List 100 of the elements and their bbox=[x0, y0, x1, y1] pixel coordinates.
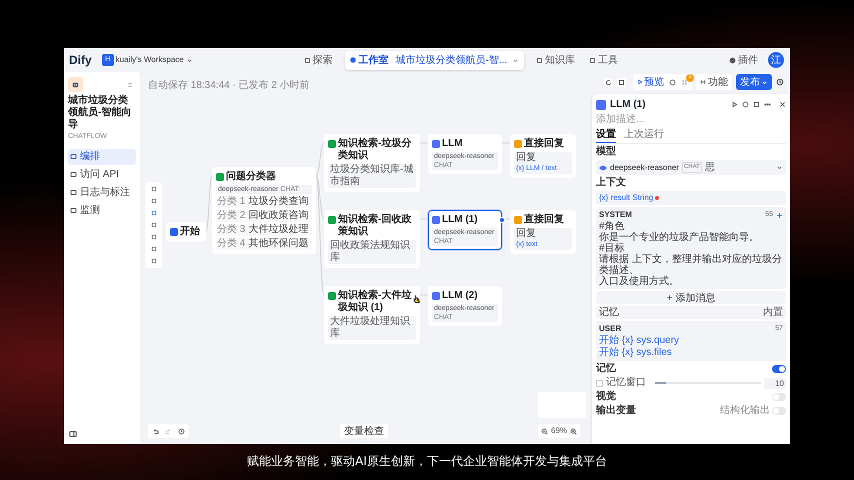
publish-button[interactable]: 发布 bbox=[736, 74, 772, 90]
class-item: 分类 1 垃圾分类查询 bbox=[216, 196, 312, 208]
workflow-node[interactable]: 知识检索-大件垃圾知识 (1) 大件垃圾处理知识库 bbox=[324, 286, 420, 344]
plus-icon[interactable] bbox=[776, 212, 783, 218]
field-label: 模型 bbox=[596, 146, 617, 158]
node-title: LLM bbox=[442, 138, 463, 150]
preview-button[interactable]: 预览 bbox=[637, 74, 664, 90]
plugins-link[interactable]: 插件 bbox=[738, 52, 758, 68]
workspace-name: kuaily's Workspace bbox=[116, 54, 184, 66]
memory-row: 记忆 内置 bbox=[596, 306, 786, 319]
sidebar-item[interactable]: 日志与标注 bbox=[68, 184, 136, 200]
node-icon bbox=[432, 292, 440, 300]
nav-label: 工作室 bbox=[358, 53, 389, 68]
menu-icon bbox=[70, 207, 77, 214]
panel-tab[interactable]: 设置 bbox=[596, 128, 616, 143]
play-icon bbox=[637, 79, 643, 85]
zoom-out-icon[interactable] bbox=[541, 428, 548, 434]
node-icon bbox=[170, 228, 178, 236]
menu-icon bbox=[70, 153, 77, 160]
autosave-status: 自动保存 18:34:44 · 已发布 2 小时前 bbox=[148, 78, 310, 93]
node-icon bbox=[432, 216, 440, 224]
field-label: 记忆 bbox=[596, 363, 616, 375]
chevron-down-icon bbox=[186, 56, 193, 64]
node-icon bbox=[432, 140, 440, 148]
memory-toggle[interactable] bbox=[772, 365, 786, 373]
history-icon[interactable] bbox=[776, 78, 784, 86]
features-button[interactable]: 功能 bbox=[696, 74, 732, 90]
nav-tab[interactable]: 工作室 城市垃圾分类领航员-智... bbox=[344, 50, 524, 70]
sidebar-item[interactable]: 编排 bbox=[68, 148, 136, 164]
pointer-hand-icon bbox=[412, 294, 421, 304]
connector-line bbox=[206, 176, 212, 232]
dify-logo[interactable]: Dify bbox=[69, 51, 92, 69]
panel-tab[interactable]: 上次运行 bbox=[624, 128, 664, 143]
node-title: 问题分类器 bbox=[226, 171, 276, 183]
checkbox[interactable] bbox=[596, 380, 603, 386]
nav-tab[interactable]: 知识库 bbox=[534, 52, 578, 68]
node-title: 直接回复 bbox=[524, 138, 564, 150]
context-variable-field[interactable]: {x} result String bbox=[596, 191, 786, 205]
nav-icon bbox=[304, 56, 311, 64]
nav-label: 知识库 bbox=[545, 54, 576, 68]
dataset-chip: 大件垃圾处理知识库 bbox=[328, 316, 416, 340]
node-icon bbox=[328, 140, 336, 148]
connector-line bbox=[420, 294, 428, 296]
field-label: 输出变量 bbox=[596, 405, 636, 417]
node-title: 直接回复 bbox=[524, 214, 564, 226]
zoom-in-icon[interactable] bbox=[570, 428, 578, 434]
class-item: 分类 2 回收政策咨询 bbox=[216, 210, 312, 222]
variables-icon[interactable] bbox=[681, 78, 688, 86]
node-handle[interactable] bbox=[499, 217, 505, 223]
workflow-node[interactable]: 开始 bbox=[166, 222, 206, 242]
app-name: 城市垃圾分类领航员-智能向导 bbox=[68, 95, 132, 131]
close-icon[interactable] bbox=[779, 101, 786, 108]
chevron-down-icon bbox=[512, 56, 520, 64]
panel-title: LLM (1) bbox=[610, 98, 646, 112]
menu-icon bbox=[70, 189, 77, 196]
node-title: 知识检索-回收政策知识 bbox=[338, 214, 412, 238]
node-icon bbox=[216, 173, 224, 181]
more-icon[interactable] bbox=[764, 101, 771, 108]
nav-label: 探索 bbox=[312, 54, 333, 68]
play-icon[interactable] bbox=[731, 101, 738, 108]
field-label: 视觉 bbox=[596, 391, 616, 403]
vision-toggle[interactable] bbox=[772, 393, 786, 401]
nav-tab[interactable]: 工具 bbox=[587, 52, 620, 68]
node-title: 开始 bbox=[180, 226, 200, 238]
chevron-down-icon bbox=[761, 78, 768, 86]
structured-output-toggle[interactable] bbox=[772, 407, 786, 415]
node-icon bbox=[328, 216, 336, 224]
sidebar-item[interactable]: 访问 API bbox=[68, 166, 136, 182]
zoom-level: 69% bbox=[551, 425, 568, 437]
field-label: 上下文 bbox=[596, 177, 627, 189]
window-size-field[interactable]: 10 bbox=[764, 378, 786, 388]
variable-check-button[interactable]: 变量检查 bbox=[340, 424, 388, 438]
node-icon bbox=[328, 292, 336, 300]
nav-label: 工具 bbox=[598, 54, 618, 68]
node-icon bbox=[514, 216, 522, 224]
video-subtitle: 赋能业务智能，驱动AI原生创新，下一代企业智能体开发与集成平台 bbox=[246, 453, 608, 470]
refresh-icon[interactable] bbox=[604, 78, 613, 86]
workflow-node[interactable]: 知识检索-回收政策知识 回收政策法规知识库 bbox=[324, 210, 420, 268]
field-label: 结构化输出 bbox=[720, 405, 770, 417]
connector-line bbox=[502, 142, 510, 144]
dataset-chip: 垃圾分类知识库-城市指南 bbox=[328, 164, 416, 188]
connector-line bbox=[420, 218, 428, 220]
add-message-button[interactable]: + 添加消息 bbox=[596, 291, 786, 304]
workflow-node[interactable]: 知识检索-垃圾分类知识 垃圾分类知识库-城市指南 bbox=[324, 134, 420, 192]
class-item: 分类 3 大件垃圾处理 bbox=[216, 224, 312, 236]
undo-icon[interactable] bbox=[152, 428, 159, 434]
app-breadcrumb: 城市垃圾分类领航员-智... bbox=[396, 54, 508, 68]
class-item: 分类 4 其他环保问题 bbox=[216, 238, 312, 250]
field-label: 记忆窗口 bbox=[606, 377, 646, 389]
node-icon bbox=[514, 140, 522, 148]
nav-tab[interactable]: 探索 bbox=[302, 52, 335, 68]
menu-icon bbox=[70, 171, 77, 178]
user-avatar[interactable]: 江 bbox=[768, 52, 784, 68]
collapse-icon[interactable] bbox=[127, 82, 133, 88]
node-title: 知识检索-大件垃圾知识 (1) bbox=[338, 290, 412, 314]
history-icon[interactable] bbox=[178, 428, 185, 434]
nav-icon bbox=[589, 56, 596, 64]
sidebar-item[interactable]: 监测 bbox=[68, 202, 136, 218]
sidebar-toggle-icon[interactable] bbox=[69, 430, 77, 438]
chevron-down-icon bbox=[776, 164, 783, 171]
